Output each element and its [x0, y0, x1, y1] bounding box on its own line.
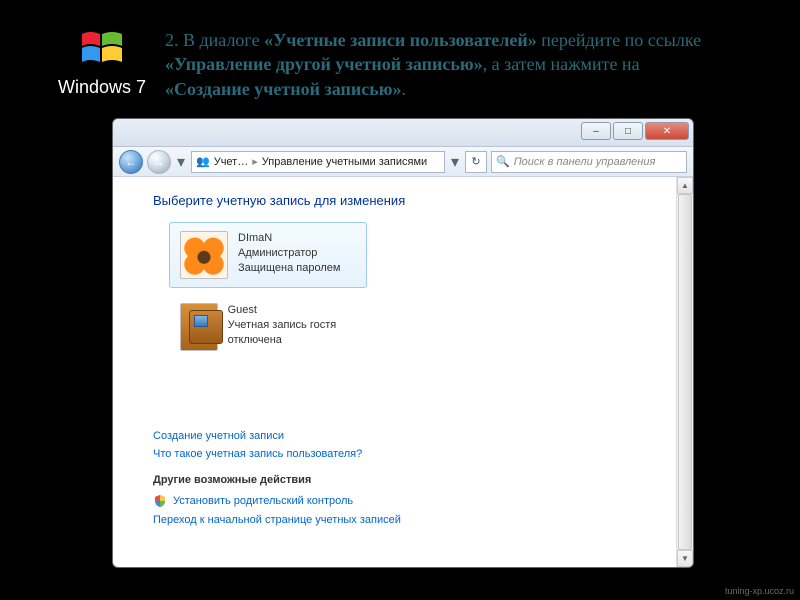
account-name: Guest [228, 303, 356, 318]
instruction-text: 2. В диалоге «Учетные записи пользовател… [165, 28, 725, 101]
arrow-right-icon: → [153, 155, 165, 169]
nav-history-dropdown[interactable]: ▾ [175, 152, 187, 172]
control-panel-window: – □ ✕ ← → ▾ 👥 Учет… ▸ Управление учетным… [112, 118, 694, 568]
account-item-diman[interactable]: DImaN Администратор Защищена паролем [169, 222, 367, 288]
arrow-left-icon: ← [125, 155, 137, 169]
users-icon: 👥 [196, 155, 210, 168]
parental-control-label: Установить родительский контроль [173, 495, 353, 507]
watermark-text: tuning-xp.ucoz.ru [725, 586, 794, 596]
breadcrumb-separator: ▸ [252, 155, 258, 168]
what-is-account-link[interactable]: Что такое учетная запись пользователя? [153, 448, 665, 460]
search-input[interactable]: 🔍 Поиск в панели управления [491, 151, 687, 173]
nav-forward-button[interactable]: → [147, 150, 171, 174]
search-icon: 🔍 [496, 155, 510, 168]
account-role: Администратор [238, 246, 340, 261]
minimize-button[interactable]: – [581, 122, 611, 140]
create-account-link[interactable]: Создание учетной записи [153, 430, 665, 442]
chevron-down-icon: ▾ [451, 152, 459, 172]
vertical-scrollbar[interactable]: ▲ ▼ [676, 177, 693, 567]
links-section: Создание учетной записи Что такое учетна… [153, 430, 665, 526]
account-status: Защищена паролем [238, 261, 340, 276]
page-title: Выберите учетную запись для изменения [153, 193, 665, 208]
window-content: Выберите учетную запись для изменения DI… [113, 177, 693, 567]
shield-icon [153, 494, 167, 508]
account-info: DImaN Администратор Защищена паролем [238, 231, 340, 279]
windows-logo-block: Windows 7 [42, 28, 162, 98]
go-home-link[interactable]: Переход к начальной странице учетных зап… [153, 514, 665, 526]
search-placeholder: Поиск в панели управления [514, 156, 656, 168]
navigation-bar: ← → ▾ 👥 Учет… ▸ Управление учетными запи… [113, 147, 693, 177]
breadcrumb-segment[interactable]: Учет… [214, 156, 249, 168]
breadcrumb-segment[interactable]: Управление учетными записями [262, 156, 427, 168]
titlebar: – □ ✕ [113, 119, 693, 147]
avatar-suitcase-icon [180, 303, 218, 351]
account-info: Guest Учетная запись гостя отключена [228, 303, 356, 351]
account-status: Учетная запись гостя отключена [228, 318, 356, 348]
refresh-button[interactable]: ↻ [465, 151, 487, 173]
address-dropdown[interactable]: ▾ [449, 152, 461, 172]
close-button[interactable]: ✕ [645, 122, 689, 140]
nav-back-button[interactable]: ← [119, 150, 143, 174]
refresh-icon: ↻ [471, 155, 480, 168]
scroll-thumb[interactable] [678, 194, 692, 550]
scroll-up-button[interactable]: ▲ [677, 177, 693, 194]
account-item-guest[interactable]: Guest Учетная запись гостя отключена [169, 294, 367, 360]
other-actions-heading: Другие возможные действия [153, 474, 665, 486]
account-name: DImaN [238, 231, 340, 246]
chevron-down-icon: ▾ [177, 152, 185, 172]
scroll-down-button[interactable]: ▼ [677, 550, 693, 567]
windows-flag-icon [80, 28, 124, 73]
avatar-flower-icon [180, 231, 228, 279]
maximize-button[interactable]: □ [613, 122, 643, 140]
parental-control-link[interactable]: Установить родительский контроль [153, 494, 665, 508]
windows-logo-text: Windows 7 [42, 77, 162, 98]
address-bar[interactable]: 👥 Учет… ▸ Управление учетными записями [191, 151, 445, 173]
